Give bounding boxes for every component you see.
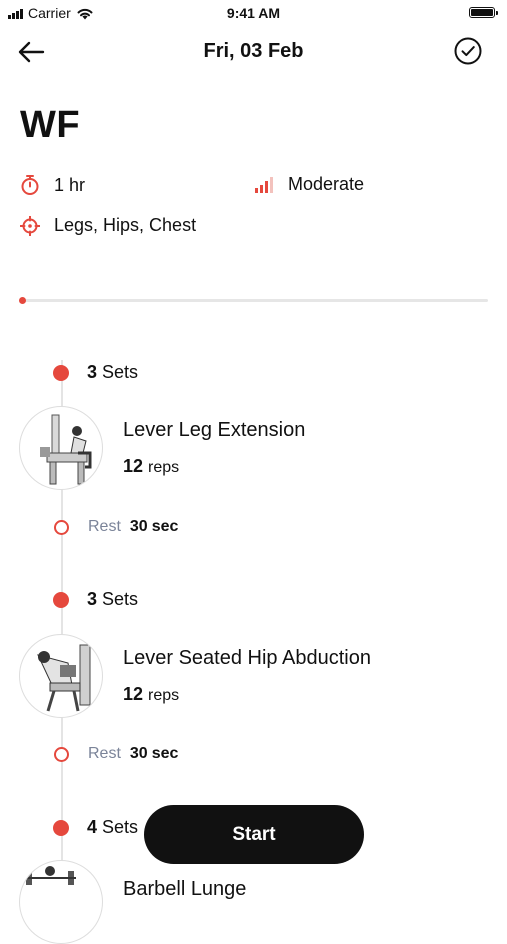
battery-icon: [469, 7, 498, 18]
page-title: Fri, 03 Feb: [203, 40, 304, 62]
exercise-info: Barbell Lunge: [123, 878, 246, 901]
rest-ring: [54, 519, 69, 535]
intensity-value: Moderate: [288, 174, 365, 194]
exercise-reps: 12 reps: [123, 456, 305, 477]
sets-row: 3 Sets: [53, 362, 138, 383]
exercise-card[interactable]: Barbell Lunge: [19, 860, 246, 944]
sets-row: 4 Sets: [53, 817, 138, 838]
workout-progress-bar: [19, 297, 488, 304]
exercise-name: Lever Seated Hip Abduction: [123, 647, 371, 669]
rest-value: 30: [129, 745, 148, 762]
complete-check-icon[interactable]: [453, 36, 483, 66]
rest-row: Rest 30 sec: [54, 745, 182, 763]
exercise-name: Barbell Lunge: [123, 878, 247, 900]
sets-dot: [53, 591, 69, 608]
exercise-card[interactable]: Lever Leg Extension 12 reps: [19, 406, 305, 490]
rest-unit: sec: [151, 745, 179, 762]
leg-extension-machine-illustration: [40, 414, 92, 485]
progress-dot: [19, 297, 26, 304]
intensity-bars-icon: [255, 176, 273, 193]
start-button[interactable]: Start: [144, 805, 364, 864]
reps-count: 12: [123, 684, 144, 704]
exercise-info: Lever Seated Hip Abduction 12 reps: [123, 647, 371, 705]
exercise-thumbnail: [19, 406, 103, 490]
sets-label: Sets: [102, 589, 139, 609]
rest-value: 30: [129, 518, 148, 535]
intensity-row: Moderate: [254, 174, 364, 195]
sets-dot: [53, 364, 69, 381]
barbell-lunge-illustration: [24, 866, 76, 885]
sets-count: 4: [87, 817, 98, 837]
rest-label: Rest: [88, 745, 121, 762]
reps-unit: reps: [148, 687, 180, 704]
exercise-card[interactable]: Lever Seated Hip Abduction 12 reps: [19, 634, 371, 718]
hip-abduction-machine-illustration: [37, 644, 91, 712]
sets-dot: [53, 819, 69, 836]
duration-value: 1 hr: [54, 174, 86, 195]
reps-count: 12: [123, 456, 144, 476]
exercise-name: Lever Leg Extension: [123, 419, 306, 441]
duration-row: 1 hr: [20, 174, 85, 196]
nav-bar: Fri, 03 Feb: [0, 28, 507, 76]
reps-unit: reps: [148, 459, 180, 476]
sets-count: 3: [87, 589, 98, 609]
sets-label: Sets: [102, 817, 139, 837]
rest-label: Rest: [88, 518, 121, 535]
sets-count: 3: [87, 362, 98, 382]
sets-label: Sets: [102, 362, 139, 382]
targets-row: Legs, Hips, Chest: [20, 215, 196, 236]
rest-unit: sec: [151, 518, 179, 535]
status-bar: Carrier 9:41 AM: [0, 0, 507, 26]
exercise-thumbnail: [19, 860, 103, 944]
exercise-thumbnail: [19, 634, 103, 718]
workout-title: WF: [20, 104, 81, 146]
exercise-reps: 12 reps: [123, 684, 371, 705]
rest-row: Rest 30 sec: [54, 518, 182, 536]
target-crosshair-icon: [20, 215, 40, 236]
rest-ring: [54, 746, 69, 762]
stopwatch-icon: [21, 175, 39, 195]
status-time: 9:41 AM: [226, 5, 281, 21]
exercise-info: Lever Leg Extension 12 reps: [123, 419, 305, 477]
sets-row: 3 Sets: [53, 589, 138, 610]
targets-value: Legs, Hips, Chest: [54, 215, 197, 235]
